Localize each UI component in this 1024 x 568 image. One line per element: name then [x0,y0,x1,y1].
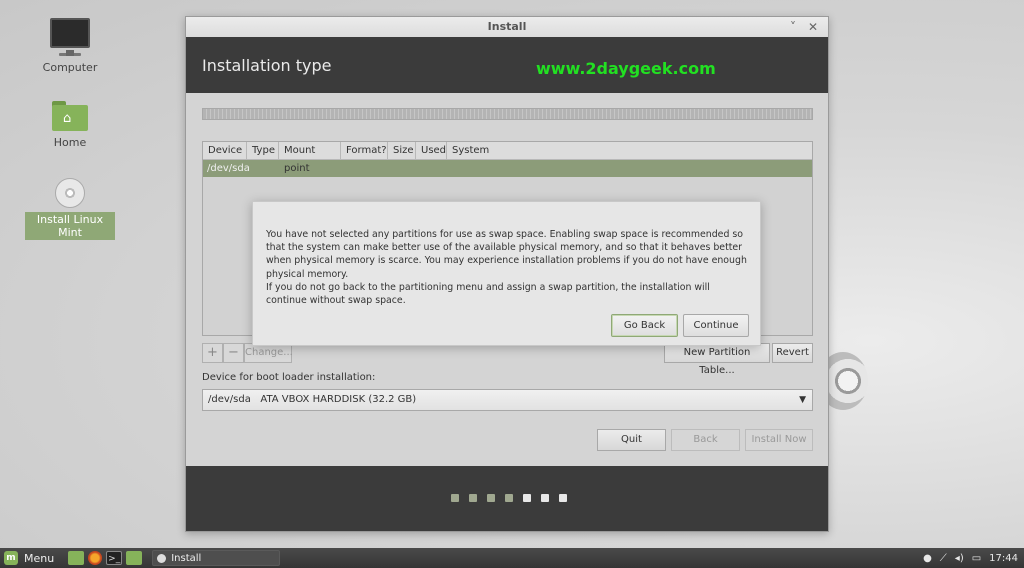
add-partition-button[interactable]: + [202,343,223,363]
column-header[interactable]: Used [416,142,447,159]
minimize-icon[interactable]: ˅ [790,17,796,37]
column-header[interactable]: System [447,142,812,159]
dropdown-arrow-icon: ▼ [799,395,806,405]
column-header[interactable]: Mount point [279,142,341,174]
window-title: Install [487,20,527,33]
column-header[interactable]: Size [388,142,416,159]
go-back-button[interactable]: Go Back [611,314,678,337]
progress-dot [559,494,567,502]
install-now-button[interactable]: Install Now [745,429,813,451]
volume-icon[interactable]: ◂) [955,553,964,564]
column-header[interactable]: Format? [341,142,388,159]
dialog-message-secondary: If you do not go back to the partitionin… [266,282,710,307]
progress-dot [505,494,513,502]
menu-button[interactable]: Menu [24,552,54,565]
watermark-text: www.2daygeek.com [536,59,716,78]
installer-footer [186,466,828,531]
disc-icon [55,178,85,208]
desktop-icon-label: Computer [42,61,98,74]
column-header[interactable]: Type [247,142,279,159]
show-desktop-icon[interactable] [68,551,85,565]
boot-loader-label: Device for boot loader installation: [202,372,376,383]
quit-button[interactable]: Quit [597,429,666,451]
progress-dot [523,494,531,502]
desktop-icon-label: Home [53,136,87,149]
back-button[interactable]: Back [671,429,740,451]
page-title: Installation type [202,56,332,75]
progress-dots [451,494,567,502]
desktop-icon-install-linux-mint[interactable]: Install Linux Mint [25,178,115,240]
user-icon[interactable]: ● [923,553,932,564]
taskbar-window-label: Install [171,552,202,564]
taskbar: m Menu >_ Install ● ⟋ ◂) ▭ 17:44 [0,548,1024,568]
change-partition-button[interactable]: Change... [244,343,293,363]
terminal-icon[interactable]: >_ [106,551,123,565]
column-header[interactable]: Device [203,142,247,159]
window-titlebar[interactable]: Install ˅ ✕ [186,17,828,37]
installer-header: Installation type www.2daygeek.com [186,37,828,93]
revert-button[interactable]: Revert [772,343,813,363]
swap-warning-dialog: You have not selected any partitions for… [252,201,761,346]
battery-icon[interactable]: ▭ [972,553,981,564]
home-folder-icon: ⌂ [52,101,88,131]
computer-icon [50,18,90,56]
firefox-icon[interactable] [88,551,103,565]
desktop-icon-computer[interactable]: Computer [25,18,115,75]
taskbar-window-install[interactable]: Install [152,550,281,566]
desktop-icon-home[interactable]: ⌂ Home [25,101,115,150]
new-partition-table-button[interactable]: New Partition Table... [664,343,770,376]
progress-dot [541,494,549,502]
table-header: Device Type Mount point Format? Size Use… [203,142,812,174]
files-icon[interactable] [126,551,143,565]
partition-bar [202,108,813,120]
remove-partition-button[interactable]: − [223,343,244,363]
mint-logo-icon[interactable]: m [4,551,18,565]
boot-loader-select[interactable]: /dev/sda ATA VBOX HARDDISK (32.2 GB) ▼ [202,389,813,411]
progress-dot [469,494,477,502]
clock[interactable]: 17:44 [989,553,1018,564]
network-icon[interactable]: ⟋ [940,553,947,564]
progress-dot [451,494,459,502]
progress-dot [487,494,495,502]
desktop-icon-label: Install Linux Mint [25,212,115,240]
install-app-icon [157,553,167,563]
continue-button[interactable]: Continue [683,314,749,337]
boot-loader-value: /dev/sda ATA VBOX HARDDISK (32.2 GB) [208,394,417,405]
close-icon[interactable]: ✕ [808,17,818,37]
dialog-message: You have not selected any partitions for… [266,229,747,280]
system-tray: ● ⟋ ◂) ▭ 17:44 [915,548,1024,568]
partition-edit-buttons: + − Change... [202,343,293,363]
